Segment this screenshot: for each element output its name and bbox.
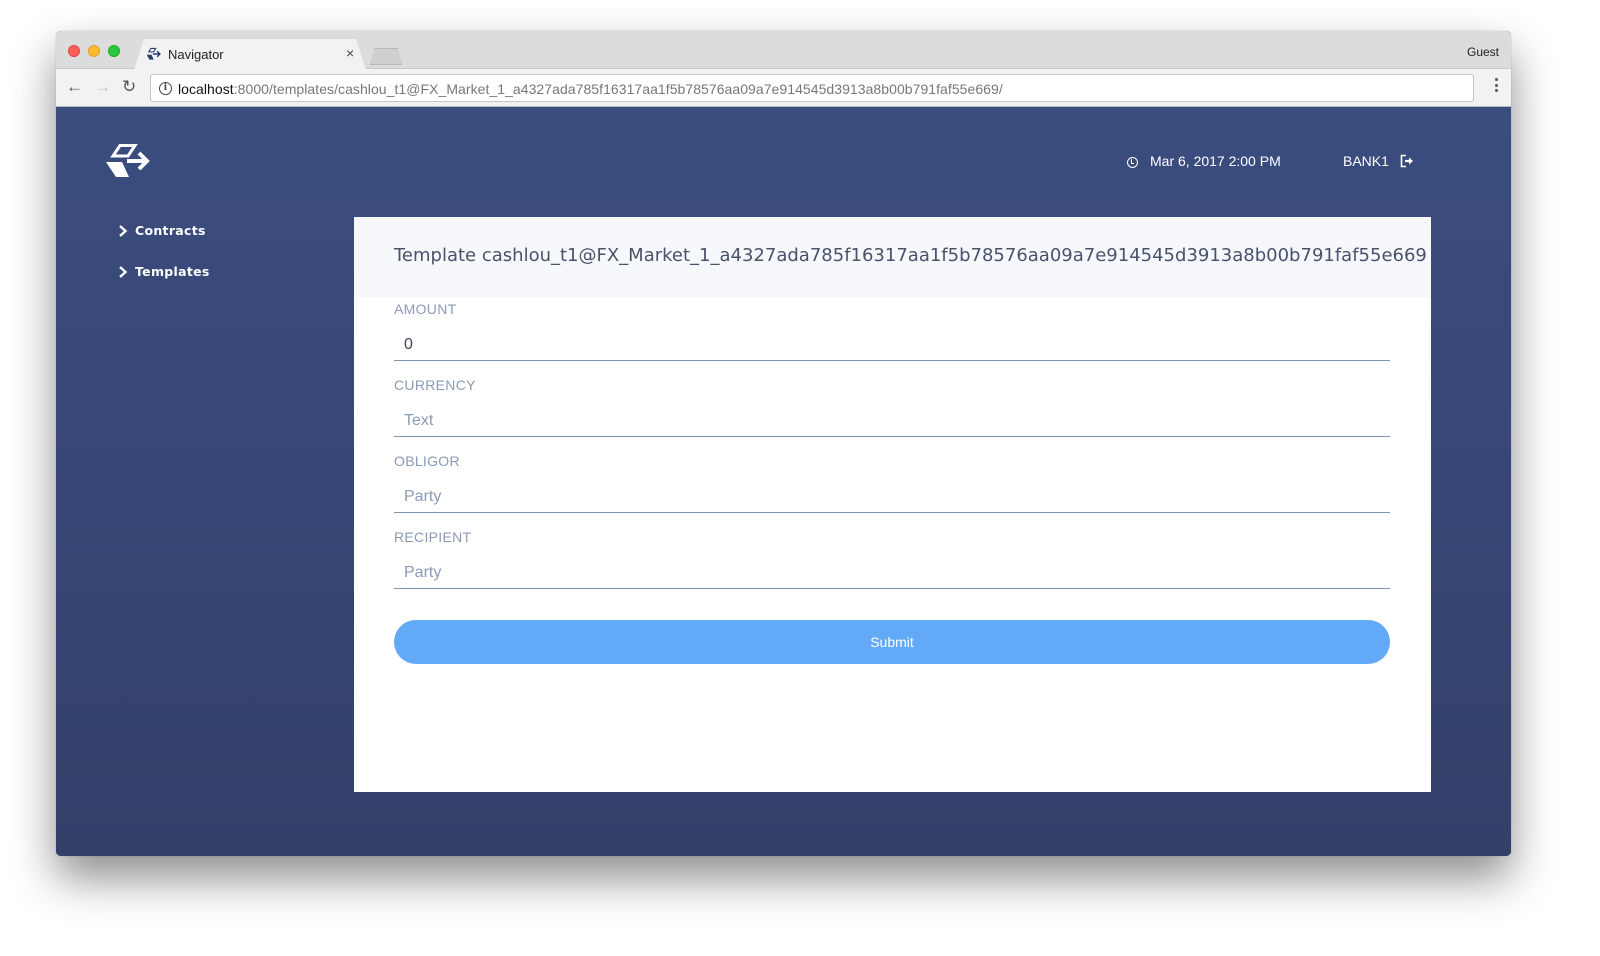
browser-tab[interactable]: Navigator ×: [134, 39, 366, 70]
template-title: Template cashlou_t1@FX_Market_1_a4327ada…: [354, 217, 1431, 297]
app-area: Mar 6, 2017 2:00 PM BANK1 Contracts Temp…: [56, 107, 1511, 856]
maximize-window-button[interactable]: [108, 45, 120, 57]
browser-window: Navigator × Guest ← → ↻ i localhost:8000…: [56, 31, 1511, 856]
app-favicon-icon: [146, 47, 161, 60]
template-form: AMOUNT CURRENCY OBLIGOR RECIPIENT Submit: [354, 297, 1431, 664]
url-host: localhost: [178, 81, 234, 97]
currency-field-group: CURRENCY: [394, 377, 1391, 453]
currency-label: CURRENCY: [394, 377, 476, 393]
sidebar-item-contracts[interactable]: Contracts: [116, 223, 210, 264]
current-datetime: Mar 6, 2017 2:00 PM: [1150, 153, 1281, 169]
current-user: BANK1: [1343, 153, 1389, 169]
recipient-field-group: RECIPIENT: [394, 529, 1391, 605]
obligor-field-group: OBLIGOR: [394, 453, 1391, 529]
amount-input[interactable]: [394, 321, 1390, 361]
back-arrow-icon[interactable]: ←: [66, 78, 83, 96]
sidebar-item-label: Contracts: [135, 223, 206, 238]
obligor-label: OBLIGOR: [394, 453, 460, 469]
address-bar[interactable]: i localhost:8000/templates/cashlou_t1@FX…: [150, 74, 1474, 102]
reload-icon[interactable]: ↻: [122, 78, 136, 96]
clock-icon: [1127, 157, 1138, 168]
chevron-right-icon: [119, 225, 128, 237]
profile-label[interactable]: Guest: [1467, 45, 1499, 59]
minimize-window-button[interactable]: [88, 45, 100, 57]
recipient-input[interactable]: [394, 549, 1390, 589]
recipient-label: RECIPIENT: [394, 529, 472, 545]
sidebar-item-templates[interactable]: Templates: [116, 264, 210, 305]
close-window-button[interactable]: [68, 45, 80, 57]
url-path: :8000/templates/cashlou_t1@FX_Market_1_a…: [233, 81, 1003, 97]
browser-menu-icon[interactable]: [1495, 78, 1499, 96]
sidebar: Contracts Templates: [116, 223, 210, 305]
amount-label: AMOUNT: [394, 301, 457, 317]
url-text[interactable]: localhost:8000/templates/cashlou_t1@FX_M…: [178, 81, 1003, 97]
site-info-icon[interactable]: i: [159, 82, 172, 95]
amount-field-group: AMOUNT: [394, 301, 1391, 377]
new-tab-button[interactable]: [370, 48, 402, 65]
currency-input[interactable]: [394, 397, 1390, 437]
app-logo-icon[interactable]: [105, 143, 151, 179]
address-toolbar: ← → ↻ i localhost:8000/templates/cashlou…: [56, 69, 1511, 107]
obligor-input[interactable]: [394, 473, 1390, 513]
tab-bar: Navigator × Guest: [56, 31, 1511, 70]
chevron-right-icon: [119, 266, 128, 278]
submit-button[interactable]: Submit: [394, 620, 1390, 664]
forward-arrow-icon[interactable]: →: [94, 78, 111, 96]
template-card: Template cashlou_t1@FX_Market_1_a4327ada…: [354, 217, 1431, 792]
sidebar-item-label: Templates: [135, 264, 210, 279]
tab-title: Navigator: [168, 47, 224, 62]
logout-icon[interactable]: [1400, 154, 1414, 168]
close-tab-icon[interactable]: ×: [346, 45, 354, 61]
